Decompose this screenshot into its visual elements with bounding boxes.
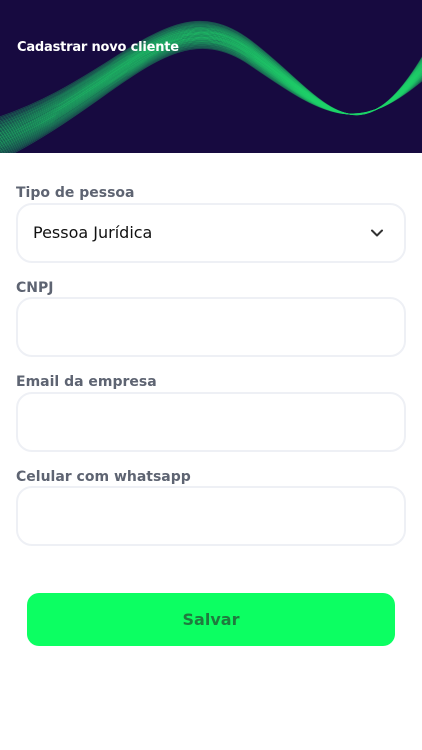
- cnpj-label: CNPJ: [16, 280, 54, 296]
- person-type-value: Pessoa Jurídica: [33, 223, 153, 242]
- whatsapp-input[interactable]: [18, 488, 404, 544]
- page-title: Cadastrar novo cliente: [17, 40, 179, 55]
- whatsapp-label: Celular com whatsapp: [16, 469, 191, 485]
- chevron-down-icon: [371, 229, 383, 237]
- register-client-screen: Cadastrar novo cliente Tipo de pessoa Pe…: [0, 0, 422, 750]
- cnpj-input[interactable]: [18, 299, 404, 355]
- email-field-container: [16, 392, 406, 452]
- email-input[interactable]: [18, 394, 404, 450]
- wave-line: [0, 41, 422, 151]
- cnpj-field-container: [16, 297, 406, 357]
- whatsapp-field-container: [16, 486, 406, 546]
- save-button[interactable]: Salvar: [27, 593, 395, 646]
- header-banner: Cadastrar novo cliente: [0, 0, 422, 153]
- wave-pattern: [0, 20, 422, 153]
- person-type-select[interactable]: Pessoa Jurídica: [16, 203, 406, 263]
- person-type-label: Tipo de pessoa: [16, 185, 135, 201]
- email-label: Email da empresa: [16, 374, 157, 390]
- wave-line: [5, 45, 422, 153]
